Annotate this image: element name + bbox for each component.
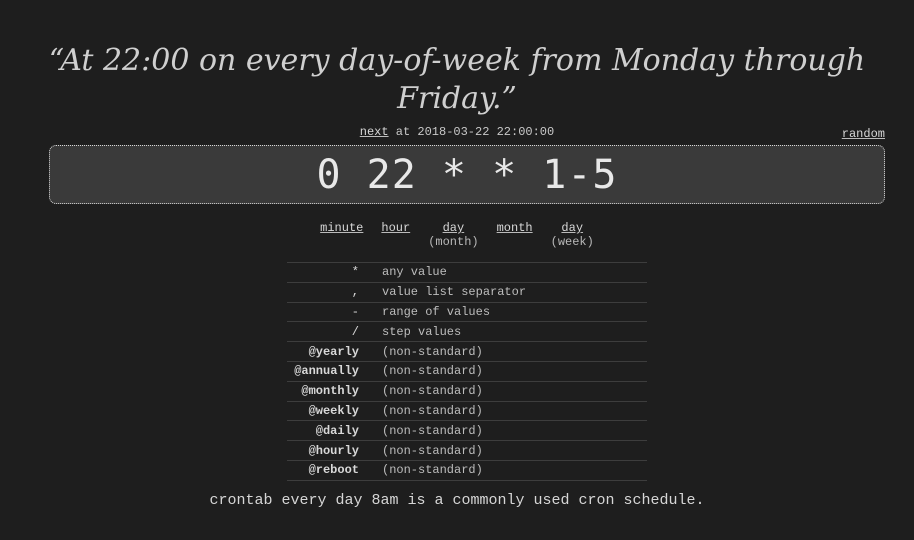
legend-symbol: @weekly bbox=[308, 403, 359, 418]
legend-symbol: , bbox=[351, 285, 359, 300]
table-row: @daily (non-standard) bbox=[287, 420, 647, 441]
cron-field-labels: minute hour day (month) month day (week) bbox=[0, 221, 914, 249]
field-day-week: day (week) bbox=[551, 221, 594, 249]
table-row: @reboot (non-standard) bbox=[287, 460, 647, 481]
table-row: @weekly (non-standard) bbox=[287, 401, 647, 421]
legend-description: step values bbox=[382, 324, 462, 339]
legend-symbol: @yearly bbox=[308, 344, 359, 359]
table-row: @yearly (non-standard) bbox=[287, 341, 647, 362]
table-row: @hourly (non-standard) bbox=[287, 440, 647, 461]
field-day-month-sub: (month) bbox=[428, 235, 479, 249]
legend-description: range of values bbox=[382, 304, 491, 319]
legend-symbol: @monthly bbox=[301, 384, 359, 399]
field-month: month bbox=[497, 221, 533, 249]
legend-description: any value bbox=[382, 265, 447, 280]
table-row: @monthly (non-standard) bbox=[287, 381, 647, 401]
field-hour: hour bbox=[381, 221, 410, 249]
field-minute-link[interactable]: minute bbox=[320, 221, 363, 235]
human-readable-description: “At 22:00 on every day-of-week from Mond… bbox=[48, 43, 866, 116]
cron-expression-box bbox=[49, 145, 885, 204]
field-hour-link[interactable]: hour bbox=[381, 221, 410, 235]
legend-symbol: / bbox=[351, 324, 359, 339]
field-day-month: day (month) bbox=[428, 221, 478, 249]
footer-note: crontab every day 8am is a commonly used… bbox=[209, 492, 705, 509]
legend-description: (non-standard) bbox=[382, 443, 483, 458]
next-run-time: at 2018-03-22 22:00:00 bbox=[395, 125, 555, 139]
legend-description: value list separator bbox=[382, 285, 527, 300]
table-row: - range of values bbox=[287, 302, 647, 322]
legend-description: (non-standard) bbox=[382, 423, 483, 438]
crontab-guru-page: “At 22:00 on every day-of-week from Mond… bbox=[0, 0, 914, 540]
legend-description: (non-standard) bbox=[382, 364, 483, 379]
table-row: / step values bbox=[287, 321, 647, 342]
next-run-line: next at 2018-03-22 22:00:00 bbox=[0, 125, 914, 139]
random-link[interactable]: random bbox=[842, 127, 885, 141]
next-link[interactable]: next bbox=[360, 125, 389, 139]
field-day-week-sub: (week) bbox=[550, 235, 594, 249]
legend-symbol: * bbox=[351, 265, 359, 280]
field-day-week-link[interactable]: day bbox=[561, 221, 583, 235]
legend-symbol: @reboot bbox=[308, 463, 359, 478]
legend-symbol: - bbox=[351, 304, 359, 319]
legend-description: (non-standard) bbox=[382, 384, 483, 399]
table-row: , value list separator bbox=[287, 282, 647, 302]
legend-symbol: @daily bbox=[315, 423, 359, 438]
field-minute: minute bbox=[320, 221, 363, 249]
field-month-link[interactable]: month bbox=[497, 221, 533, 235]
legend-symbol: @annually bbox=[294, 364, 359, 379]
syntax-legend-table: * any value , value list separator - ran… bbox=[287, 262, 647, 481]
cron-expression-input[interactable] bbox=[50, 146, 884, 203]
legend-symbol: @hourly bbox=[308, 443, 359, 458]
legend-description: (non-standard) bbox=[382, 463, 483, 478]
table-row: @annually (non-standard) bbox=[287, 361, 647, 381]
field-day-month-link[interactable]: day bbox=[443, 221, 465, 235]
legend-description: (non-standard) bbox=[382, 344, 483, 359]
legend-description: (non-standard) bbox=[382, 403, 483, 418]
table-row: * any value bbox=[287, 262, 647, 283]
